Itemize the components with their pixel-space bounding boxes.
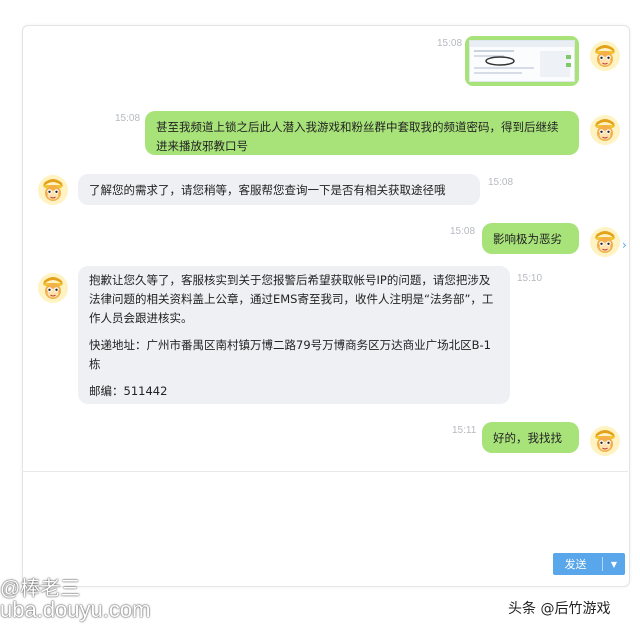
chevron-right-icon[interactable]: ›: [622, 238, 627, 252]
user-avatar[interactable]: [590, 115, 620, 145]
chevron-down-icon[interactable]: ▼: [603, 560, 625, 569]
outgoing-message-bubble[interactable]: 好的，我找找: [482, 422, 579, 453]
message-timestamp: 15:08: [450, 226, 476, 237]
message-text: 影响极为恶劣: [493, 232, 562, 246]
monkey-king-avatar-icon: [590, 426, 620, 456]
screenshot-preview-graphic: [470, 41, 574, 77]
user-avatar[interactable]: [590, 41, 620, 71]
user-avatar[interactable]: [590, 426, 620, 456]
monkey-king-avatar-icon: [590, 115, 620, 145]
incoming-message-bubble[interactable]: 了解您的需求了，请您稍等，客服帮您查询一下是否有相关获取途径哦: [78, 174, 480, 205]
message-timestamp: 15:08: [115, 113, 141, 124]
image-message[interactable]: [465, 36, 579, 86]
agent-avatar[interactable]: [38, 273, 68, 303]
user-avatar[interactable]: [590, 227, 620, 257]
message-text: 好的，我找找: [493, 431, 562, 445]
monkey-king-avatar-icon: [590, 227, 620, 257]
message-input[interactable]: [30, 478, 620, 548]
watermark-source: 头条 @后竹游戏: [508, 601, 611, 617]
attached-screenshot-thumbnail: [469, 40, 575, 82]
message-timestamp: 15:10: [517, 273, 543, 284]
incoming-message-bubble[interactable]: 抱歉让您久等了，客服核实到关于您报警后希望获取帐号IP的问题，请您把涉及法律问题…: [78, 266, 510, 404]
monkey-king-avatar-icon: [38, 273, 68, 303]
watermark-url: uba.douyu.com: [0, 597, 151, 622]
message-timestamp: 15:11: [452, 425, 477, 436]
message-text: 抱歉让您久等了，客服核实到关于您报警后希望获取帐号IP的问题，请您把涉及法律问题…: [89, 273, 494, 325]
monkey-king-avatar-icon: [590, 41, 620, 71]
send-button-group: 发送 ▼: [553, 553, 625, 575]
shipping-address-text: 快递地址：广州市番禺区南村镇万博二路79号万博商务区万达商业广场北区B-1栋: [89, 338, 491, 371]
message-timestamp: 15:08: [437, 38, 463, 49]
outgoing-message-bubble[interactable]: 影响极为恶劣: [482, 223, 579, 254]
message-text: 甚至我频道上锁之后此人潜入我游戏和粉丝群中套取我的频道密码，得到后继续进来播放邪…: [156, 120, 559, 153]
message-timestamp: 15:08: [488, 177, 514, 188]
postal-code-text: 邮编：511442: [89, 384, 168, 398]
outgoing-message-bubble[interactable]: 甚至我频道上锁之后此人潜入我游戏和粉丝群中套取我的频道密码，得到后继续进来播放邪…: [145, 111, 579, 155]
monkey-king-avatar-icon: [38, 175, 68, 205]
send-button[interactable]: 发送: [553, 556, 602, 572]
input-divider: [22, 471, 628, 472]
message-text: 了解您的需求了，请您稍等，客服帮您查询一下是否有相关获取途径哦: [89, 183, 446, 197]
agent-avatar[interactable]: [38, 175, 68, 205]
